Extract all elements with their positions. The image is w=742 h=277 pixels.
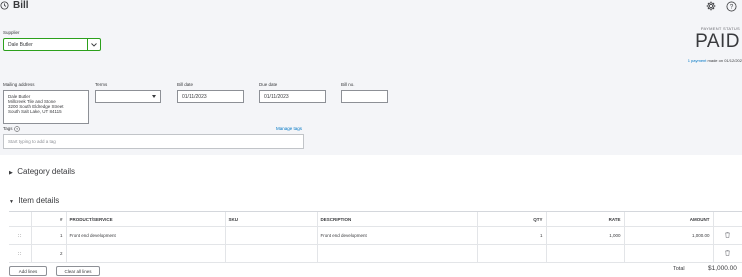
supplier-label: Supplier: [3, 30, 20, 35]
supplier-select[interactable]: Dale Butler: [3, 38, 101, 51]
help-icon[interactable]: ?: [726, 1, 737, 12]
history-icon[interactable]: [0, 1, 9, 10]
item-details-title: Item details: [18, 196, 60, 205]
table-row[interactable]: ∷ 1 Front end development Front end deve…: [9, 226, 742, 245]
add-lines-button[interactable]: Add lines: [9, 266, 47, 276]
drag-handle-icon[interactable]: ∷: [9, 226, 31, 245]
bill-no-label: Bill no.: [341, 82, 355, 87]
tags-label: Tags ?: [3, 126, 20, 132]
amount-cell[interactable]: 1,000.00: [623, 226, 713, 245]
row-number: 2: [30, 244, 66, 263]
drag-handle-icon[interactable]: ∷: [9, 244, 31, 263]
tags-placeholder: Start typing to add a tag: [8, 139, 56, 144]
page-title: Bill: [13, 0, 29, 11]
supplier-value: Dale Butler: [8, 42, 33, 48]
column-header-rate: RATE: [545, 211, 624, 227]
sku-cell[interactable]: [224, 226, 317, 245]
row-number: 1: [30, 226, 66, 245]
rate-cell[interactable]: 1,000: [545, 226, 624, 245]
qty-cell[interactable]: [476, 244, 546, 263]
due-date-label: Due date: [259, 82, 278, 87]
category-details-title: Category details: [17, 167, 76, 176]
terms-label: Terms: [95, 82, 108, 87]
payment-status-value: PAID: [695, 31, 740, 52]
mailing-address-field[interactable]: Dale Butler Millcreek Tile and Stone 320…: [3, 90, 89, 124]
delete-column-header: [712, 211, 742, 227]
mailing-address-label: Mailing address: [3, 82, 35, 87]
tags-input[interactable]: Start typing to add a tag: [3, 134, 304, 149]
drag-column-header: [9, 211, 31, 227]
column-header-amount: AMOUNT: [623, 211, 713, 227]
trash-icon[interactable]: [712, 244, 742, 263]
payment-link[interactable]: 1 payment: [688, 58, 707, 63]
payment-made-text: 1 payment made on 01/12/202: [688, 58, 742, 63]
product-cell[interactable]: [65, 244, 225, 263]
terms-select[interactable]: [95, 90, 161, 103]
column-header-description: DESCRIPTION: [316, 211, 477, 227]
due-date-value: 01/11/2023: [264, 94, 289, 100]
column-header-product: PRODUCT/SERVICE: [65, 211, 225, 227]
qty-cell[interactable]: 1: [476, 226, 546, 245]
table-row[interactable]: ∷ 2: [9, 244, 742, 263]
bill-date-label: Bill date: [177, 82, 194, 87]
rate-cell[interactable]: [545, 244, 624, 263]
chevron-down-icon[interactable]: [87, 39, 100, 50]
bill-date-value: 01/11/2023: [182, 94, 207, 100]
caret-down-icon[interactable]: [152, 95, 156, 98]
description-cell[interactable]: Front end development: [316, 226, 477, 245]
product-cell[interactable]: Front end development: [65, 226, 225, 245]
bill-no-input[interactable]: [341, 90, 388, 103]
caret-right-icon: ▶: [9, 170, 13, 176]
mailing-line: South Salt Lake, UT 84115: [8, 109, 62, 114]
payment-made-date: made on 01/12/202: [707, 58, 742, 63]
total-label: Total: [673, 266, 685, 272]
column-header-qty: QTY: [476, 211, 546, 227]
trash-icon[interactable]: [712, 226, 742, 245]
bill-date-input[interactable]: 01/11/2023: [177, 90, 244, 103]
due-date-input[interactable]: 01/11/2023: [259, 90, 326, 103]
info-icon[interactable]: ?: [14, 126, 20, 132]
tags-label-text: Tags: [3, 126, 13, 132]
table-header-row: # PRODUCT/SERVICE SKU DESCRIPTION QTY RA…: [9, 211, 742, 227]
item-details-toggle[interactable]: ▼ Item details: [9, 196, 59, 206]
category-details-toggle[interactable]: ▶ Category details: [9, 167, 75, 177]
caret-down-icon: ▼: [9, 199, 14, 205]
sku-cell[interactable]: [224, 244, 317, 263]
total-value: $1,000.00: [708, 265, 737, 272]
description-cell[interactable]: [316, 244, 477, 263]
item-details-table: # PRODUCT/SERVICE SKU DESCRIPTION QTY RA…: [9, 211, 742, 263]
column-header-num: #: [30, 211, 66, 227]
bill-header-panel: [0, 0, 742, 155]
gear-icon[interactable]: [706, 1, 716, 11]
manage-tags-link[interactable]: Manage tags: [276, 126, 302, 131]
clear-all-lines-button[interactable]: Clear all lines: [56, 266, 100, 276]
column-header-sku: SKU: [224, 211, 317, 227]
amount-cell[interactable]: [623, 244, 713, 263]
svg-text:?: ?: [730, 4, 734, 11]
